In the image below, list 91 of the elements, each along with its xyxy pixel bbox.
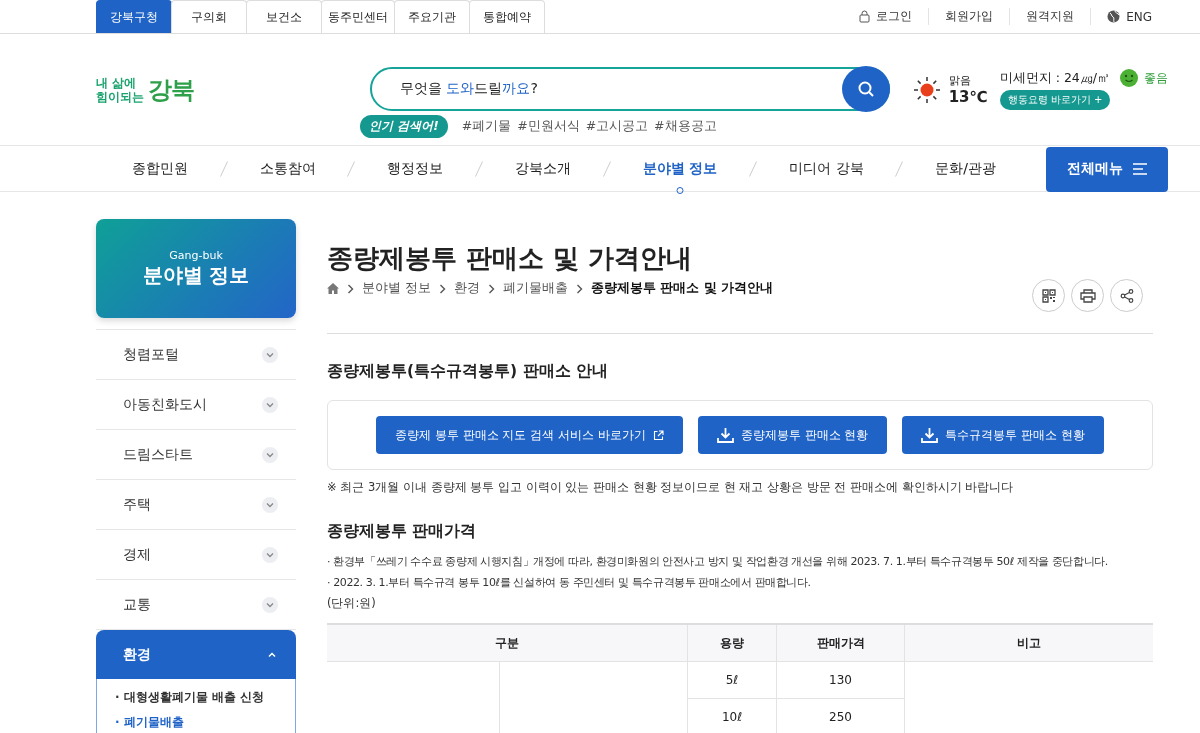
chevron-down-icon: [262, 396, 278, 413]
chevron-down-icon: [262, 546, 278, 563]
search-button[interactable]: [842, 66, 890, 112]
nav-menu-item[interactable]: 문화/관광: [935, 159, 996, 178]
site-tab[interactable]: 통합예약: [469, 0, 545, 33]
column-header: 구분: [327, 624, 688, 662]
sidebar-submenu-item[interactable]: · 폐기물배출: [115, 714, 295, 731]
chevron-down-icon: [262, 446, 278, 463]
nav-menu-item[interactable]: 강북소개: [514, 159, 571, 178]
sun-icon: [912, 75, 941, 104]
slash-divider: [475, 160, 484, 177]
weather-condition: 맑음: [948, 73, 971, 88]
site-tab[interactable]: 강북구청: [96, 0, 172, 33]
breadcrumb-link[interactable]: 분야별 정보: [362, 280, 431, 297]
lock-icon: [859, 10, 871, 23]
sidebar-menu-item[interactable]: 아동친화도시: [96, 380, 296, 430]
utility-link[interactable]: 원격지원: [1009, 8, 1091, 25]
slash-divider: [219, 160, 228, 177]
breadcrumb-link[interactable]: 환경: [454, 280, 480, 297]
popular-search-badge: 인기 검색어!: [360, 115, 448, 138]
sidebar-subtitle: Gang-buk: [169, 248, 223, 262]
sidebar-menu-item[interactable]: 경제: [96, 530, 296, 580]
qr-code-button[interactable]: [1032, 279, 1065, 312]
globe-icon: [1107, 10, 1121, 23]
external-link-icon: [652, 429, 664, 441]
breadcrumb-link[interactable]: 폐기물배출: [503, 280, 568, 297]
column-header: 용량: [687, 624, 777, 662]
section-heading: 종량제봉투(특수규격봉투) 판매소 안내: [327, 361, 609, 382]
chevron-right-icon: [488, 283, 495, 294]
bullet-text: · 2022. 3. 1.부터 특수규격 봉투 10ℓ를 신설하여 동 주민센터 및 특수규격봉투 판매소에서 판매합니다.: [327, 575, 812, 590]
print-button[interactable]: [1071, 279, 1104, 312]
breadcrumb-link[interactable]: 종량제봉투 판매소 및 가격안내: [591, 280, 774, 297]
nav-menu-item[interactable]: 분야별 정보: [642, 159, 718, 178]
chevron-right-icon: [439, 283, 446, 294]
table-cell: 5ℓ: [687, 661, 777, 699]
guide-button[interactable]: 행동요령 바로가기 +: [999, 90, 1111, 110]
printer-icon: [1079, 288, 1096, 303]
search-field[interactable]: 무엇을 도와드릴 까요?: [370, 67, 890, 111]
sidebar-menu-item[interactable]: 주택: [96, 480, 296, 530]
chevron-right-icon: [347, 283, 354, 294]
site-tab[interactable]: 구의회: [171, 0, 247, 33]
notice-text: ※ 최근 3개월 이내 종량제 봉투 입고 이력이 있는 판매소 현황 정보이므로 현 재고 상황은 방문 전 판매소에 확인하시기 바랍니다: [327, 480, 1015, 495]
chevron-down-icon: [262, 596, 278, 613]
fine-dust-reading: 미세먼지 : 24㎍/㎥: [999, 69, 1110, 87]
keyword-link[interactable]: #민원서식: [517, 118, 580, 135]
column-header: 비고: [904, 624, 1153, 662]
slash-divider: [749, 160, 758, 177]
keyword-link[interactable]: #채용공고: [654, 118, 717, 135]
chevron-down-icon: [262, 496, 278, 513]
page-title: 종량제봉투 판매소 및 가격안내: [327, 242, 694, 275]
slash-divider: [602, 160, 611, 177]
unit-label: (단위:원): [327, 596, 377, 611]
link-button[interactable]: 종량제봉투 판매소 현황: [697, 416, 888, 454]
temperature: 13℃: [948, 88, 988, 106]
download-icon: [716, 427, 734, 443]
qr-code-icon: [1041, 288, 1056, 303]
logo-tagline: 내 삶에 힘이되는: [96, 75, 144, 104]
search-icon: [857, 80, 875, 98]
utility-link[interactable]: ENG: [1090, 8, 1168, 25]
download-icon: [921, 427, 939, 443]
smiley-icon: [1120, 69, 1138, 87]
share-icon: [1119, 288, 1134, 303]
keyword-link[interactable]: #폐기물: [461, 118, 512, 135]
sidebar-menu-item[interactable]: 청렴포털: [96, 330, 296, 380]
dust-grade: 좋음: [1144, 69, 1168, 87]
table-cell: 130: [776, 661, 905, 699]
link-button[interactable]: 특수규격봉투 판매소 현황: [902, 416, 1105, 454]
nav-menu-item[interactable]: 소통참여: [259, 159, 316, 178]
sidebar-menu-item[interactable]: 환경: [96, 630, 296, 679]
bullet-text: · 환경부「쓰레기 수수료 종량제 시행지침」개정에 따라, 환경미화원의 안전사고 방지 및 작업환경 개선을 위해 2023. 7. 1.부터 특수규격봉투 50ℓ 제작을 중단합니다.: [327, 554, 1109, 569]
chevron-right-icon: [576, 283, 583, 294]
utility-link[interactable]: 로그인: [843, 8, 929, 25]
logo-wordmark: 강북: [148, 74, 194, 106]
share-button[interactable]: [1110, 279, 1143, 312]
slash-divider: [895, 160, 904, 177]
utility-link[interactable]: 회원가입: [928, 8, 1010, 25]
home-icon: [327, 283, 339, 294]
nav-menu-item[interactable]: 미디어 강북: [789, 159, 864, 178]
column-header: 판매가격: [776, 624, 905, 662]
keyword-link[interactable]: #고시공고: [585, 118, 649, 135]
all-menu-button[interactable]: 전체메뉴: [1046, 146, 1168, 192]
slash-divider: [347, 160, 356, 177]
sidebar-submenu-item[interactable]: · 대형생활폐기물 배출 신청: [115, 689, 295, 706]
sidebar-title: 분야별 정보: [142, 261, 250, 289]
nav-menu-item[interactable]: 종합민원: [132, 159, 188, 178]
chevron-down-icon: [262, 346, 278, 363]
menu-icon: [1133, 163, 1147, 175]
link-button[interactable]: 종량제 봉투 판매소 지도 검색 서비스 바로가기: [375, 416, 683, 454]
nav-menu-item[interactable]: 행정정보: [387, 159, 444, 178]
sidebar-menu-item[interactable]: 드림스타트: [96, 430, 296, 480]
section-heading: 종량제봉투 판매가격: [327, 521, 478, 542]
